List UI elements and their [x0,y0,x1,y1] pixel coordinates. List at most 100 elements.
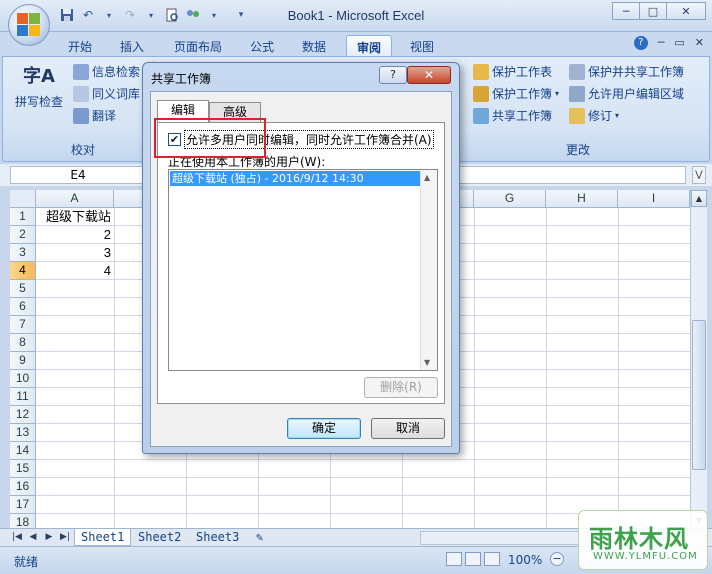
grid-line [36,495,690,496]
scroll-up-icon[interactable]: ▲ [424,173,430,182]
sheet-tab-1[interactable]: Sheet1 [74,529,132,546]
title-bar: ↶ ▾ ↷ ▾ ▾ ▾ Book1 - Microsoft Excel ─ □ … [0,0,712,32]
dialog-help-button[interactable]: ? [379,66,407,84]
normal-view-icon[interactable] [446,552,462,566]
users-list[interactable]: 超级下载站 (独占) - 2016/9/12 14:30 ▲ ▼ [168,169,438,371]
row-header[interactable]: 4 [10,262,36,280]
prev-sheet-icon[interactable]: ◀ [26,531,40,544]
formula-input[interactable] [456,166,686,184]
row-header[interactable]: 5 [10,280,36,298]
help-icon[interactable]: ? [633,36,648,50]
grid-line [36,477,690,478]
allow-edit-ranges-icon [569,85,585,102]
scroll-thumb[interactable] [692,320,706,470]
workbook-minimize-button[interactable]: ─ [658,36,665,50]
thesaurus-icon [73,85,89,102]
track-changes-button[interactable]: 修订 ▾ [569,107,619,124]
protect-share-icon [569,63,585,80]
editing-panel: ✔ 允许多用户同时编辑，同时允许工作簿合并(A) 正在使用本工作簿的用户(W):… [157,122,445,404]
zoom-level[interactable]: 100% [508,553,542,567]
row-header[interactable]: 6 [10,298,36,316]
row-header[interactable]: 3 [10,244,36,262]
protect-share-label: 保护并共享工作簿 [588,65,685,79]
protect-sheet-button[interactable]: 保护工作表 [473,63,552,80]
protect-workbook-button[interactable]: 保护工作簿 ▾ [473,85,559,102]
sheet-tab-2[interactable]: Sheet2 [132,529,187,546]
tab-formulas[interactable]: 公式 [242,35,282,56]
row-header[interactable]: 13 [10,424,36,442]
cell-a4[interactable]: 4 [36,262,114,280]
tab-home[interactable]: 开始 [58,35,102,56]
dialog-close-button[interactable]: ✕ [407,66,451,84]
cell-a2[interactable]: 2 [36,226,114,244]
research-button[interactable]: 信息检索 [73,63,140,80]
row-header[interactable]: 7 [10,316,36,334]
select-all-corner[interactable] [10,190,36,208]
spell-check-icon: 字A [23,66,55,87]
row-header[interactable]: 9 [10,352,36,370]
scroll-up-icon[interactable]: ▲ [691,190,707,207]
row-header[interactable]: 10 [10,370,36,388]
translate-button[interactable]: 翻译 [73,107,116,124]
share-workbook-button[interactable]: 共享工作簿 [473,107,552,124]
row-header[interactable]: 12 [10,406,36,424]
vertical-scrollbar[interactable]: ▲ ▼ [690,190,707,530]
thesaurus-label: 同义词库 [92,87,141,101]
protect-and-share-button[interactable]: 保护并共享工作簿 [569,63,684,80]
allow-edit-ranges-button[interactable]: 允许用户编辑区域 [569,85,684,102]
cell-a1[interactable]: 超级下载站 [43,208,115,226]
insert-sheet-icon[interactable]: ✎ [250,529,269,546]
row-header[interactable]: 17 [10,496,36,514]
workbook-close-button[interactable]: ✕ [695,36,704,50]
minimize-button[interactable]: ─ [612,2,640,20]
lock-sheet-icon [473,63,489,80]
list-scrollbar[interactable]: ▲ ▼ [420,170,437,370]
tab-view[interactable]: 视图 [402,35,442,56]
ok-button[interactable]: 确定 [287,418,361,439]
cancel-button[interactable]: 取消 [371,418,445,439]
spell-check-button[interactable]: 字A 拼写检查 [15,63,63,110]
zoom-out-icon[interactable]: − [550,552,564,566]
first-sheet-icon[interactable]: |◀ [10,531,24,544]
name-box[interactable]: E4 [10,166,146,184]
row-header[interactable]: 15 [10,460,36,478]
watermark-main-text: 雨林木风 [589,525,689,553]
site-watermark-logo: 雨林木风 WWW.YLMFU.COM [578,510,708,570]
list-item[interactable]: 超级下载站 (独占) - 2016/9/12 14:30 [170,171,420,186]
tab-data[interactable]: 数据 [294,35,334,56]
expand-formula-bar-icon[interactable]: ⋁ [692,166,706,184]
share-workbook-label: 共享工作簿 [492,109,553,123]
maximize-button[interactable]: □ [639,2,667,20]
workbook-restore-button[interactable]: ▭ [674,36,684,50]
translate-icon [73,107,89,124]
row-header[interactable]: 14 [10,442,36,460]
column-header[interactable]: I [618,190,690,208]
dropdown-arrow-icon: ▾ [555,89,560,98]
row-header[interactable]: 2 [10,226,36,244]
page-layout-view-icon[interactable] [465,552,481,566]
row-header[interactable]: 11 [10,388,36,406]
thesaurus-button[interactable]: 同义词库 [73,85,140,102]
office-button[interactable] [8,4,50,46]
row-header[interactable]: 8 [10,334,36,352]
last-sheet-icon[interactable]: ▶| [58,531,72,544]
column-header[interactable]: A [36,190,114,208]
watermark-url-text: WWW.YLMFU.COM [593,551,698,562]
column-header[interactable]: G [474,190,546,208]
tab-page-layout[interactable]: 页面布局 [166,35,230,56]
next-sheet-icon[interactable]: ▶ [42,531,56,544]
row-header[interactable]: 16 [10,478,36,496]
tab-review[interactable]: 审阅 [346,35,392,56]
sheet-tab-3[interactable]: Sheet3 [190,529,245,546]
row-header[interactable]: 1 [10,208,36,226]
close-window-button[interactable]: ✕ [666,2,706,20]
column-header[interactable]: H [546,190,618,208]
cell-a3[interactable]: 3 [36,244,114,262]
tab-insert[interactable]: 插入 [112,35,152,56]
scroll-down-icon[interactable]: ▼ [424,358,430,367]
page-break-view-icon[interactable] [484,552,500,566]
research-icon [73,63,89,80]
remove-user-button[interactable]: 删除(R) [364,377,438,398]
horizontal-scrollbar[interactable] [420,531,580,545]
window-title: Book1 - Microsoft Excel [287,8,425,23]
